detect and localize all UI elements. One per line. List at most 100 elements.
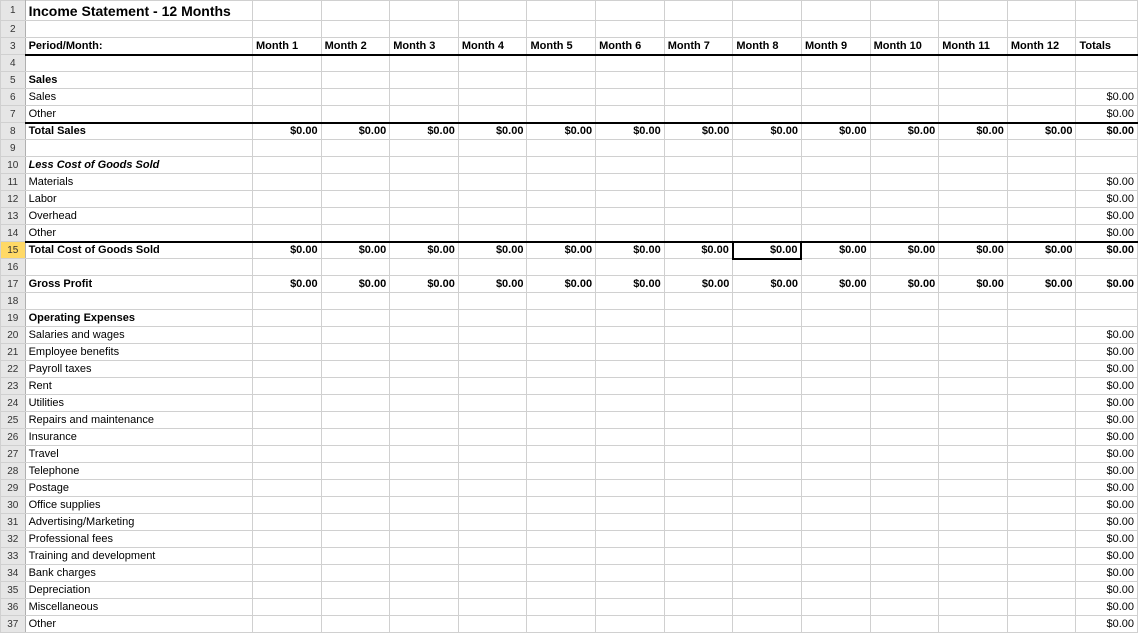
cell[interactable] xyxy=(596,327,665,344)
cell[interactable] xyxy=(458,548,527,565)
cell[interactable] xyxy=(390,514,459,531)
cell[interactable] xyxy=(870,344,939,361)
cell[interactable] xyxy=(733,565,802,582)
cell[interactable] xyxy=(801,225,870,242)
row-header-29[interactable]: 29 xyxy=(1,480,26,497)
cell[interactable] xyxy=(25,259,252,276)
cell[interactable] xyxy=(252,106,321,123)
cell[interactable] xyxy=(1076,1,1138,21)
cell[interactable] xyxy=(939,548,1008,565)
cell[interactable] xyxy=(870,582,939,599)
cell[interactable] xyxy=(664,55,733,72)
cell[interactable] xyxy=(527,55,596,72)
cell[interactable] xyxy=(939,531,1008,548)
cell[interactable] xyxy=(596,106,665,123)
cell[interactable] xyxy=(252,21,321,38)
cell[interactable] xyxy=(870,293,939,310)
cell[interactable] xyxy=(801,157,870,174)
cell[interactable] xyxy=(939,293,1008,310)
spreadsheet-grid[interactable]: 1Income Statement - 12 Months23Period/Mo… xyxy=(0,0,1138,633)
cell[interactable] xyxy=(458,514,527,531)
cell[interactable] xyxy=(458,259,527,276)
cell[interactable] xyxy=(1076,21,1138,38)
cell[interactable] xyxy=(801,531,870,548)
cell[interactable] xyxy=(390,191,459,208)
cell[interactable] xyxy=(939,208,1008,225)
header-month[interactable]: Month 12 xyxy=(1007,38,1076,55)
cell[interactable] xyxy=(596,191,665,208)
cell[interactable] xyxy=(1007,582,1076,599)
cell[interactable] xyxy=(252,140,321,157)
cell[interactable] xyxy=(1076,72,1138,89)
cell[interactable] xyxy=(1007,616,1076,633)
cell[interactable] xyxy=(801,497,870,514)
cell[interactable] xyxy=(801,344,870,361)
cell[interactable] xyxy=(321,327,390,344)
totals-cell[interactable]: $0.00 xyxy=(1076,463,1138,480)
cell[interactable] xyxy=(390,106,459,123)
cell[interactable] xyxy=(801,429,870,446)
totals-cell[interactable]: $0.00 xyxy=(1076,395,1138,412)
cell[interactable] xyxy=(390,140,459,157)
cell[interactable] xyxy=(527,378,596,395)
cell[interactable] xyxy=(801,310,870,327)
cell[interactable] xyxy=(321,344,390,361)
cell[interactable] xyxy=(664,531,733,548)
totals-cell[interactable]: $0.00 xyxy=(1076,191,1138,208)
cell[interactable] xyxy=(1007,497,1076,514)
line-item[interactable]: Miscellaneous xyxy=(25,599,252,616)
cell[interactable] xyxy=(1076,55,1138,72)
row-header-2[interactable]: 2 xyxy=(1,21,26,38)
cell[interactable] xyxy=(321,480,390,497)
cell[interactable] xyxy=(321,174,390,191)
cell-value[interactable]: $0.00 xyxy=(664,242,733,259)
cell[interactable] xyxy=(458,21,527,38)
cell[interactable] xyxy=(321,446,390,463)
cell[interactable] xyxy=(939,412,1008,429)
line-item[interactable]: Materials xyxy=(25,174,252,191)
cell[interactable] xyxy=(733,616,802,633)
cell[interactable] xyxy=(801,378,870,395)
cell[interactable] xyxy=(1007,429,1076,446)
cell[interactable] xyxy=(664,106,733,123)
cell[interactable] xyxy=(390,497,459,514)
cell[interactable] xyxy=(939,446,1008,463)
header-period[interactable]: Period/Month: xyxy=(25,38,252,55)
cell[interactable] xyxy=(1007,378,1076,395)
cell[interactable] xyxy=(596,72,665,89)
cell[interactable] xyxy=(252,174,321,191)
cell[interactable] xyxy=(596,395,665,412)
cell[interactable] xyxy=(252,259,321,276)
cell[interactable] xyxy=(596,548,665,565)
cell[interactable] xyxy=(596,446,665,463)
cell[interactable] xyxy=(596,412,665,429)
cell[interactable] xyxy=(1007,72,1076,89)
row-header-23[interactable]: 23 xyxy=(1,378,26,395)
header-month[interactable]: Month 1 xyxy=(252,38,321,55)
cell[interactable] xyxy=(527,412,596,429)
cell[interactable] xyxy=(390,395,459,412)
cell[interactable] xyxy=(390,259,459,276)
cell[interactable] xyxy=(390,21,459,38)
cell[interactable] xyxy=(596,310,665,327)
sheet-title[interactable]: Income Statement - 12 Months xyxy=(25,1,252,21)
cell[interactable] xyxy=(1007,55,1076,72)
cell[interactable] xyxy=(527,1,596,21)
cell[interactable] xyxy=(527,463,596,480)
cell[interactable] xyxy=(939,599,1008,616)
cell[interactable] xyxy=(596,497,665,514)
cell[interactable] xyxy=(596,21,665,38)
cell[interactable] xyxy=(1007,327,1076,344)
line-item[interactable]: Rent xyxy=(25,378,252,395)
cell[interactable] xyxy=(1007,310,1076,327)
cell-value[interactable]: $0.00 xyxy=(252,123,321,140)
cell[interactable] xyxy=(458,174,527,191)
cell[interactable] xyxy=(527,344,596,361)
cell[interactable] xyxy=(801,395,870,412)
cell[interactable] xyxy=(527,174,596,191)
cell[interactable] xyxy=(801,174,870,191)
cell[interactable] xyxy=(870,565,939,582)
line-item[interactable]: Advertising/Marketing xyxy=(25,514,252,531)
cell[interactable] xyxy=(801,480,870,497)
cell[interactable] xyxy=(321,259,390,276)
